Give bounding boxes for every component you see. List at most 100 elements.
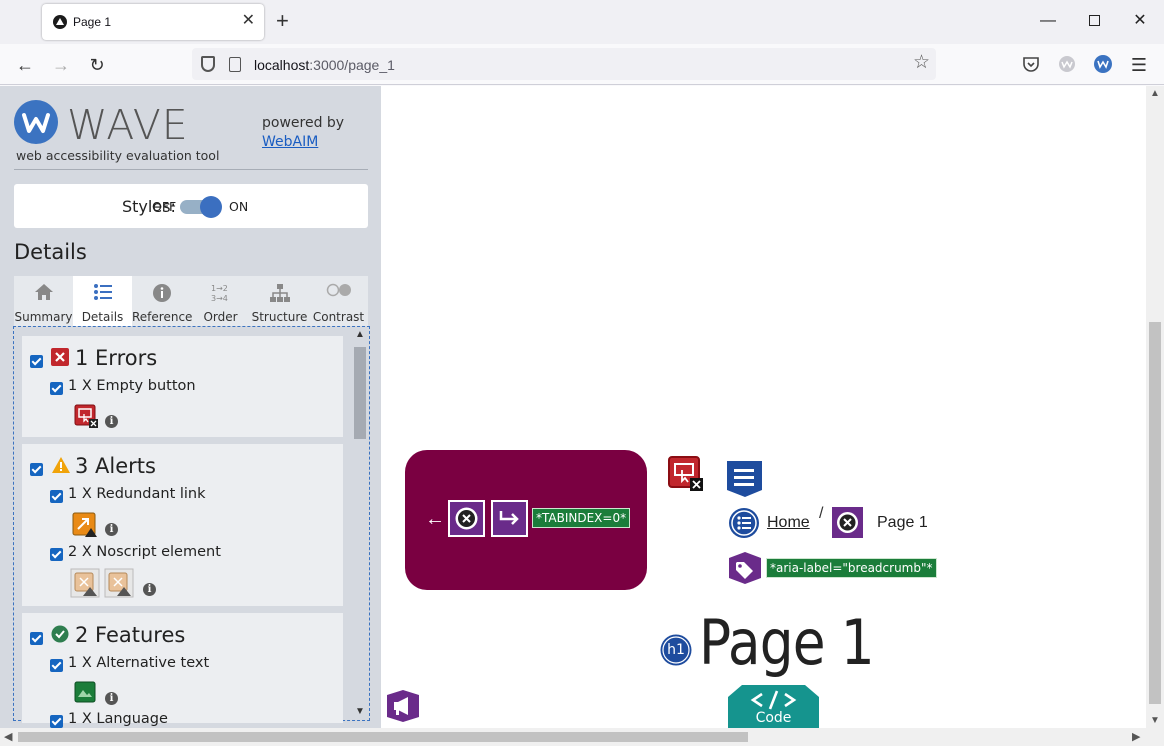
menu-hamburger-icon[interactable]: ☰ [1126, 52, 1152, 78]
scroll-up-arrow-icon[interactable]: ▲ [1150, 88, 1160, 99]
new-tab-icon[interactable]: + [276, 9, 289, 33]
details-list[interactable]: 1 Errors 1 X Empty button i 3 Alerts 1 X… [13, 326, 370, 728]
noscript-alert-icon[interactable] [70, 568, 100, 598]
svg-text:3→4: 3→4 [211, 294, 228, 303]
tab-contrast-label: Contrast [312, 310, 365, 324]
page-vertical-scroll-thumb[interactable] [1149, 322, 1161, 704]
wave-title: WAVE [67, 101, 189, 149]
code-label: Code [755, 710, 792, 726]
button-structure-icon[interactable] [830, 505, 865, 540]
scroll-left-arrow-icon[interactable]: ◀ [4, 730, 12, 743]
h1-badge-text: h1 [667, 642, 685, 658]
errors-checkbox[interactable] [30, 355, 43, 368]
tab-reference[interactable]: Reference [132, 276, 192, 326]
tab-contrast[interactable]: Contrast [309, 276, 368, 326]
page-vertical-scrollbar[interactable]: ▲ ▼ [1146, 86, 1164, 728]
styles-toggle-panel: Styles: OFF ON [14, 184, 368, 228]
button-structure-icon[interactable] [448, 500, 485, 537]
favicon-icon [53, 15, 67, 29]
alt-text-checkbox[interactable] [50, 659, 63, 672]
aria-label-icon [729, 552, 761, 584]
scroll-right-arrow-icon[interactable]: ▶ [1132, 730, 1140, 743]
breadcrumb-current: Page 1 [877, 514, 928, 531]
alt-text-info-icon[interactable]: i [105, 692, 118, 705]
breadcrumb-home-link[interactable]: Home [767, 514, 810, 532]
noscript-info-icon[interactable]: i [143, 583, 156, 596]
noscript-alert-icon[interactable] [104, 568, 134, 598]
tab-title: Page 1 [73, 15, 112, 29]
pocket-icon[interactable] [1021, 54, 1041, 74]
details-scroll-thumb[interactable] [354, 347, 366, 439]
empty-button-info-icon[interactable]: i [105, 415, 118, 428]
noscript-item[interactable]: 2 X Noscript element [68, 544, 221, 560]
close-window-icon[interactable]: ✕ [1130, 10, 1150, 32]
alt-text-feature-icon[interactable] [74, 681, 96, 703]
empty-button-error-icon[interactable] [668, 456, 704, 492]
home-icon [34, 284, 53, 300]
reload-icon[interactable]: ↻ [84, 52, 110, 78]
features-title: 2 Features [75, 623, 186, 647]
list-structure-icon [729, 508, 759, 538]
page-horizontal-scroll-thumb[interactable] [18, 732, 748, 742]
back-arrow-icon[interactable]: ← [425, 508, 445, 531]
order-icon: 1→23→4 [211, 284, 228, 303]
page-horizontal-scrollbar[interactable]: ◀ ▶ [0, 728, 1164, 746]
minimize-icon[interactable]: — [1038, 10, 1058, 32]
alerts-checkbox[interactable] [30, 463, 43, 476]
tab-order-label: Order [203, 310, 238, 324]
address-bar[interactable]: localhost:3000/page_1 ☆ [192, 48, 936, 80]
wave-sidebar: WAVE web accessibility evaluation tool p… [0, 86, 381, 728]
url-text[interactable]: localhost:3000/page_1 [254, 57, 395, 73]
empty-button-item[interactable]: 1 X Empty button [68, 378, 196, 394]
tab-structure[interactable]: Structure [250, 276, 309, 326]
webaim-link[interactable]: WebAIM [262, 134, 318, 150]
bookmark-star-icon[interactable]: ☆ [913, 51, 930, 74]
language-item[interactable]: 1 X Language [68, 711, 168, 727]
info-circle-icon [152, 284, 171, 302]
wave-logo-icon [14, 100, 58, 144]
scroll-down-arrow-icon[interactable]: ▼ [353, 706, 367, 717]
feature-check-icon [51, 625, 69, 643]
scroll-up-arrow-icon[interactable]: ▲ [353, 329, 367, 340]
error-x-icon [51, 348, 69, 366]
wave-extension-icon[interactable] [1093, 54, 1113, 74]
noscript-checkbox[interactable] [50, 548, 63, 561]
redundant-link-item[interactable]: 1 X Redundant link [68, 486, 206, 502]
noscript-megaphone-icon[interactable] [386, 689, 420, 723]
empty-button-error-icon[interactable] [74, 404, 98, 428]
scroll-down-arrow-icon[interactable]: ▼ [1150, 715, 1160, 726]
extension-grey-icon[interactable] [1057, 54, 1077, 74]
forward-arrow-icon[interactable]: → [48, 52, 74, 78]
redundant-link-alert-icon[interactable] [72, 512, 98, 538]
features-category: 2 Features 1 X Alternative text i 1 X La… [22, 613, 343, 728]
shield-icon[interactable] [201, 56, 215, 72]
browser-navigation-bar: ← → ↻ localhost:3000/page_1 ☆ ☰ [0, 44, 1164, 85]
styles-toggle-knob[interactable] [200, 196, 222, 218]
back-arrow-icon[interactable]: ← [12, 52, 38, 78]
language-checkbox[interactable] [50, 715, 63, 728]
tab-summary[interactable]: Summary [14, 276, 73, 326]
alt-text-item[interactable]: 1 X Alternative text [68, 655, 209, 671]
redundant-link-checkbox[interactable] [50, 490, 63, 503]
maximize-icon[interactable] [1084, 10, 1104, 33]
empty-button-checkbox[interactable] [50, 382, 63, 395]
browser-tab[interactable]: Page 1 ✕ [42, 4, 264, 40]
tab-summary-label: Summary [14, 310, 73, 324]
page-content: ← *TABINDEX=0* Home / Page 1 *aria-label… [381, 86, 1146, 728]
close-tab-icon[interactable]: ✕ [242, 12, 255, 30]
divider [14, 169, 368, 170]
details-scrollbar[interactable]: ▲ ▼ [353, 329, 367, 717]
breadcrumb-separator: / [819, 505, 824, 522]
svg-text:1→2: 1→2 [211, 284, 228, 293]
code-button[interactable]: Code [728, 685, 819, 728]
redundant-link-info-icon[interactable]: i [105, 523, 118, 536]
page-info-icon[interactable] [229, 57, 241, 72]
alerts-title: 3 Alerts [75, 454, 156, 478]
skip-link-icon[interactable] [491, 500, 528, 537]
tab-order[interactable]: 1→2 3→4 Order [191, 276, 250, 326]
alerts-category: 3 Alerts 1 X Redundant link i 2 X Noscri… [22, 444, 343, 606]
page-heading: Page 1 [699, 606, 875, 679]
tab-details-label: Details [81, 310, 124, 324]
tab-details[interactable]: Details [73, 276, 132, 326]
features-checkbox[interactable] [30, 632, 43, 645]
